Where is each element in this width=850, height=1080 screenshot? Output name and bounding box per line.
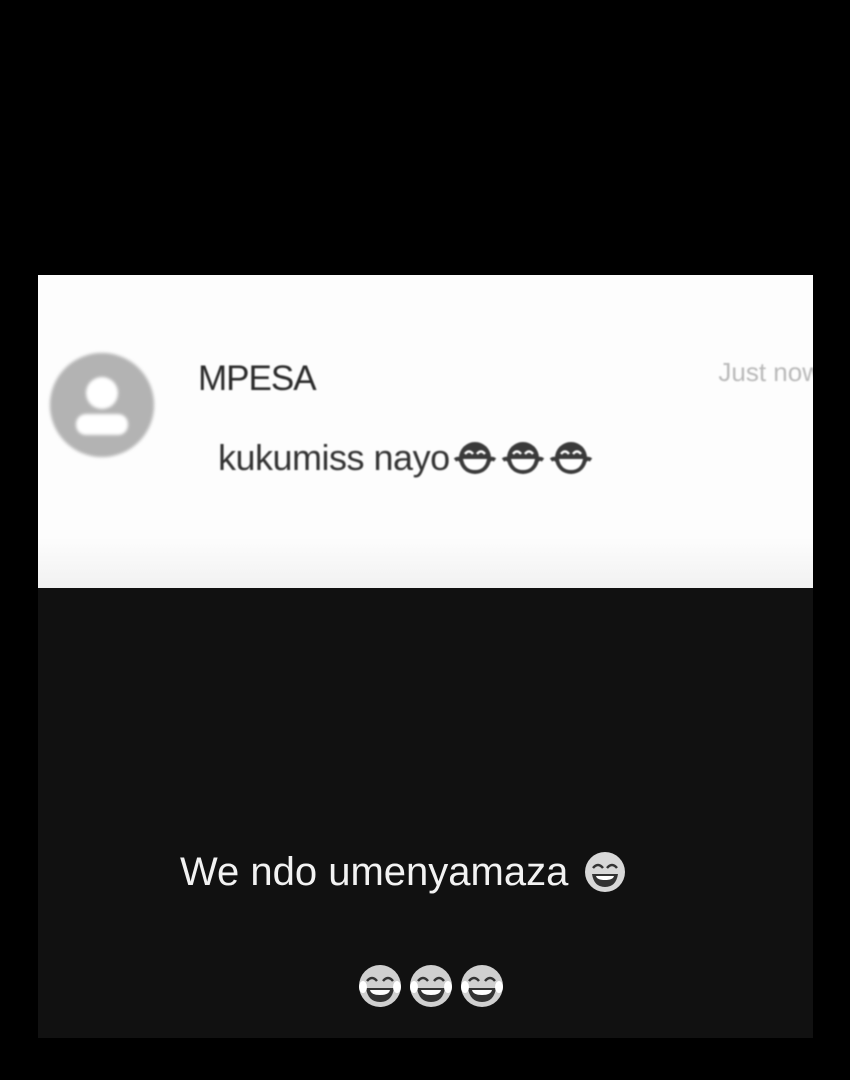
- notification-message-text: kukumiss nayo: [218, 437, 450, 478]
- avatar: [50, 353, 154, 457]
- laughing-face-icon: [548, 438, 594, 478]
- laughing-face-icon: [500, 438, 546, 478]
- reaction-emojis: [356, 962, 509, 1010]
- notification-time: Just now: [718, 357, 813, 387]
- laughing-face-icon: [452, 438, 498, 478]
- laughing-face-icon: [582, 849, 628, 895]
- notification-card[interactable]: MPESA Just now kukumiss nayo: [38, 275, 813, 588]
- notification-sender: MPESA: [198, 359, 317, 398]
- tears-of-joy-icon: [356, 962, 404, 1010]
- notification-message: kukumiss nayo: [218, 437, 594, 479]
- tears-of-joy-icon: [458, 962, 506, 1010]
- caption-text: We ndo umenyamaza: [180, 849, 569, 894]
- screenshot-frame: MPESA Just now kukumiss nayo We ndo umen…: [38, 275, 813, 1038]
- person-icon: [50, 353, 154, 457]
- caption: We ndo umenyamaza: [180, 849, 628, 895]
- tears-of-joy-icon: [407, 962, 455, 1010]
